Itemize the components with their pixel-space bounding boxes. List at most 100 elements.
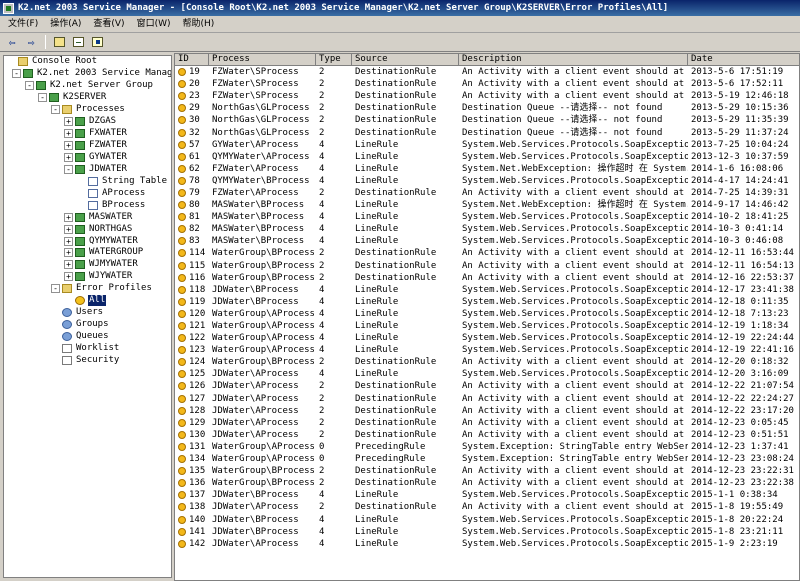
table-row[interactable]: 134 WaterGroup\AProcess 0 PrecedingRule Syst… (175, 453, 799, 465)
menu-item-0[interactable]: 文件(F) (2, 17, 44, 32)
table-row[interactable]: 121 WaterGroup\AProcess 4 LineRule System.We… (175, 320, 799, 332)
table-row[interactable]: 32 NorthGas\GLProcess 2 DestinationRule Dest… (175, 126, 799, 138)
export-list-icon[interactable] (69, 34, 87, 50)
col-header-process[interactable]: Process (209, 54, 316, 66)
menu-item-2[interactable]: 查看(V) (87, 17, 130, 32)
tree-project-northgas[interactable]: + NORTHGAS (4, 223, 171, 235)
tree-jdwater-aprocess[interactable]: AProcess (4, 187, 171, 199)
table-row[interactable]: 130 JDWater\AProcess 2 DestinationRule An Ac… (175, 429, 799, 441)
table-row[interactable]: 142 JDWater\AProcess 4 LineRule System.Web.S… (175, 538, 799, 550)
tree-project-gywater[interactable]: + GYWATER (4, 152, 171, 164)
col-header-date[interactable]: Date (688, 54, 799, 66)
table-row[interactable]: 78 QYMYWater\BProcess 4 LineRule System.Web.… (175, 175, 799, 187)
table-row[interactable]: 83 MASWater\BProcess 4 LineRule System.Web.S… (175, 235, 799, 247)
console-tree[interactable]: Console Root - K2.net 2003 Service Manager… (3, 55, 172, 578)
tree-project-wjywater[interactable]: + WJYWATER (4, 271, 171, 283)
tree-project-maswater[interactable]: + MASWATER (4, 211, 171, 223)
table-row[interactable]: 30 NorthGas\GLProcess 2 DestinationRule Dest… (175, 114, 799, 126)
table-row[interactable]: 19 FZWater\SProcess 2 DestinationRule An Act… (175, 66, 799, 78)
table-row[interactable]: 137 JDWater\BProcess 4 LineRule System.Web.S… (175, 489, 799, 501)
table-row[interactable]: 131 WaterGroup\AProcess 0 PrecedingRule Syst… (175, 441, 799, 453)
expand-icon[interactable]: + (64, 141, 73, 151)
tree-jdwater-bprocess[interactable]: BProcess (4, 199, 171, 211)
tree-users[interactable]: Users (4, 307, 171, 319)
table-row[interactable]: 128 JDWater\AProcess 2 DestinationRule An Ac… (175, 405, 799, 417)
expand-icon[interactable]: + (64, 272, 73, 282)
properties-icon[interactable] (88, 34, 106, 50)
tree-service-manager[interactable]: - K2.net 2003 Service Manager (4, 68, 171, 80)
table-row[interactable]: 126 JDWater\AProcess 2 DestinationRule An Ac… (175, 380, 799, 392)
table-row[interactable]: 135 WaterGroup\BProcess 2 DestinationRule An… (175, 465, 799, 477)
collapse-icon[interactable]: - (64, 164, 73, 174)
table-row[interactable]: 57 GYWater\AProcess 4 LineRule System.Web.Se… (175, 139, 799, 151)
tree-server[interactable]: - K2SERVER (4, 92, 171, 104)
back-arrow-icon[interactable]: ⇦ (3, 34, 21, 50)
tree-security[interactable]: Security (4, 354, 171, 366)
cell-id-text: 123 (189, 345, 206, 356)
table-row[interactable]: 138 JDWater\AProcess 2 DestinationRule An Ac… (175, 501, 799, 513)
table-row[interactable]: 136 WaterGroup\BProcess 2 DestinationRule An… (175, 477, 799, 489)
table-row[interactable]: 124 WaterGroup\BProcess 2 DestinationRule An… (175, 356, 799, 368)
up-folder-icon[interactable] (50, 34, 68, 50)
tree-project-fxwater[interactable]: + FXWATER (4, 128, 171, 140)
table-row[interactable]: 62 FZWater\AProcess 4 LineRule System.Net.We… (175, 163, 799, 175)
collapse-icon[interactable]: - (12, 69, 21, 79)
table-row[interactable]: 61 QYMYWater\AProcess 4 LineRule System.Web.… (175, 151, 799, 163)
tree-server-group[interactable]: - K2.net Server Group (4, 80, 171, 92)
expand-icon[interactable]: + (64, 260, 73, 270)
tree-error-profiles[interactable]: - Error Profiles (4, 283, 171, 295)
col-header-description[interactable]: Description (459, 54, 688, 66)
col-header-id[interactable]: ID (175, 54, 209, 66)
table-row[interactable]: 81 MASWater\BProcess 4 LineRule System.Web.S… (175, 211, 799, 223)
expand-icon[interactable]: + (64, 236, 73, 246)
collapse-icon[interactable]: - (51, 284, 60, 294)
tree-groups[interactable]: Groups (4, 319, 171, 331)
table-row[interactable]: 141 JDWater\BProcess 4 LineRule System.Web.S… (175, 526, 799, 538)
table-row[interactable]: 115 WaterGroup\BProcess 2 DestinationRule An… (175, 260, 799, 272)
tree-project-qymywater[interactable]: + QYMYWATER (4, 235, 171, 247)
table-row[interactable]: 116 WaterGroup\BProcess 2 DestinationRule An… (175, 272, 799, 284)
col-header-type[interactable]: Type (316, 54, 352, 66)
table-row[interactable]: 29 NorthGas\GLProcess 2 DestinationRule Dest… (175, 102, 799, 114)
tree-project-fzwater[interactable]: + FZWATER (4, 140, 171, 152)
expand-icon[interactable]: + (64, 248, 73, 258)
table-row[interactable]: 127 JDWater\AProcess 2 DestinationRule An Ac… (175, 393, 799, 405)
table-row[interactable]: 122 WaterGroup\AProcess 4 LineRule System.We… (175, 332, 799, 344)
tree-queues[interactable]: Queues (4, 331, 171, 343)
tree-jdwater-string-table[interactable]: String Table (4, 175, 171, 187)
tree-project-wjmywater[interactable]: + WJMYWATER (4, 259, 171, 271)
expand-icon[interactable]: + (64, 224, 73, 234)
expand-icon[interactable]: + (64, 117, 73, 127)
table-row[interactable]: 118 JDWater\BProcess 4 LineRule System.Web.S… (175, 284, 799, 296)
table-row[interactable]: 23 FZWater\SProcess 2 DestinationRule An Act… (175, 90, 799, 102)
col-header-source[interactable]: Source (352, 54, 459, 66)
table-row[interactable]: 79 FZWater\AProcess 2 DestinationRule An Act… (175, 187, 799, 199)
table-row[interactable]: 120 WaterGroup\AProcess 4 LineRule System.We… (175, 308, 799, 320)
tree-project-watergroup[interactable]: + WATERGROUP (4, 247, 171, 259)
table-row[interactable]: 20 FZWater\SProcess 2 DestinationRule An Act… (175, 78, 799, 90)
tree-error-all[interactable]: All (4, 295, 171, 307)
table-row[interactable]: 123 WaterGroup\AProcess 4 LineRule System.We… (175, 344, 799, 356)
tree-project-jdwater[interactable]: - JDWATER (4, 163, 171, 175)
table-row[interactable]: 80 MASWater\BProcess 4 LineRule System.Net.W… (175, 199, 799, 211)
collapse-icon[interactable]: - (38, 93, 47, 103)
table-row[interactable]: 140 JDWater\BProcess 4 LineRule System.Web.S… (175, 513, 799, 525)
expand-icon[interactable]: + (64, 212, 73, 222)
tree-project-dzgas[interactable]: + DZGAS (4, 116, 171, 128)
expand-icon[interactable]: + (64, 152, 73, 162)
tree-worklist[interactable]: Worklist (4, 343, 171, 355)
menu-item-3[interactable]: 窗口(W) (131, 17, 177, 32)
table-row[interactable]: 125 JDWater\AProcess 4 LineRule System.Web.S… (175, 368, 799, 380)
table-row[interactable]: 119 JDWater\BProcess 4 LineRule System.Web.S… (175, 296, 799, 308)
table-row[interactable]: 129 JDWater\AProcess 2 DestinationRule An Ac… (175, 417, 799, 429)
menu-item-1[interactable]: 操作(A) (44, 17, 87, 32)
tree-console-root[interactable]: Console Root (4, 56, 171, 68)
table-row[interactable]: 82 MASWater\BProcess 4 LineRule System.Web.S… (175, 223, 799, 235)
tree-processes[interactable]: - Processes (4, 104, 171, 116)
table-row[interactable]: 114 WaterGroup\BProcess 2 DestinationRule An… (175, 247, 799, 259)
forward-arrow-icon[interactable]: ⇨ (22, 34, 40, 50)
collapse-icon[interactable]: - (51, 105, 60, 115)
menu-item-4[interactable]: 帮助(H) (177, 17, 221, 32)
expand-icon[interactable]: + (64, 129, 73, 139)
collapse-icon[interactable]: - (25, 81, 34, 91)
